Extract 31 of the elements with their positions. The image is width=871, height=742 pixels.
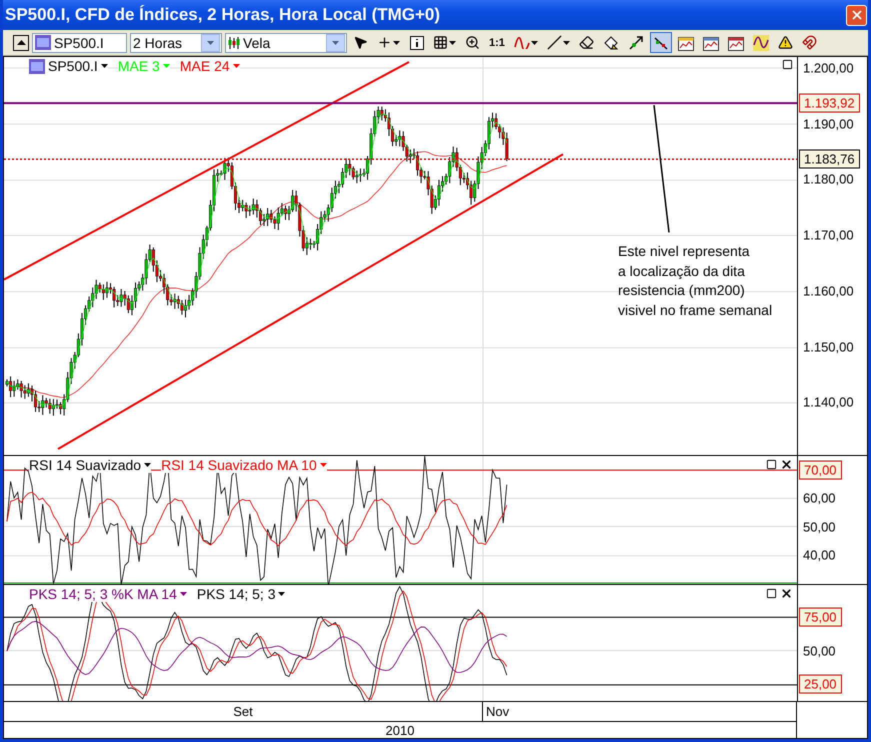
timeframe-dropdown[interactable]: 2 Horas [130,32,222,52]
price-tag: 1.183,76 [799,150,860,168]
scale-tool[interactable]: 1:1 [486,32,508,53]
axis-label: 1.140,00 [803,394,854,410]
annotation-text: Este nivel representa a localização da dita resistencia (mm200) visivel no frame semanal [618,242,772,320]
symbol-field[interactable]: SP500.I [32,32,127,52]
axis-label: 1.150,00 [803,339,854,354]
axis-label: 1.160,00 [803,283,854,298]
axis-label: 1.170,00 [803,228,854,243]
indicator-label[interactable]: MAE 24 [180,58,240,74]
chart-type-dropdown[interactable]: Vela [225,32,347,52]
axis-label: 50,00 [803,519,836,534]
year-label: 2010 [4,722,797,738]
axis-label: 1.180,00 [803,172,854,187]
indicator-label[interactable]: SP500.I [29,58,108,74]
level-tag: 70,00 [799,460,842,480]
time-axis-label: Nov [483,702,797,721]
indicator-label[interactable]: PKS 14; 5; 3 [196,586,286,602]
price-tag: 1.193,92 [799,94,860,112]
axis-label: 40,00 [803,547,836,562]
indicator-label[interactable]: PKS 14; 5; 3 %K MA 14 [29,586,187,602]
axis-label: 1.190,00 [803,116,854,132]
axis-label: 1.200,00 [803,60,854,76]
level-tag: 75,00 [799,608,842,626]
axis-label: 50,00 [803,643,836,658]
time-axis-label: Set [4,702,483,721]
axis-label: 60,00 [803,490,836,506]
indicator-label[interactable]: RSI 14 Suavizado MA 10 [161,457,327,473]
indicator-label[interactable]: RSI 14 Suavizado [29,457,152,473]
window-title: SP500.I, CFD de Índices, 2 Horas, Hora Local (TMG+0) [4,5,440,25]
level-tag: 25,00 [799,674,842,694]
